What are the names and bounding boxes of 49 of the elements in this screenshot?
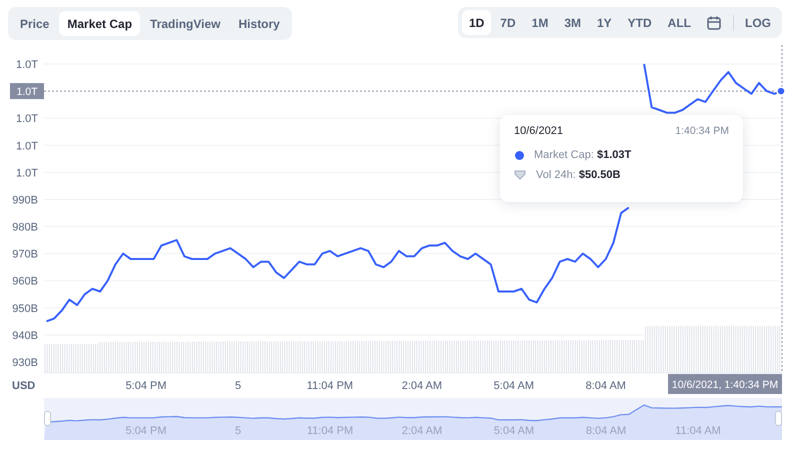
axis-label: 1.0T (16, 140, 38, 152)
navigator-label: 11:04 PM (306, 425, 354, 437)
axis-label: 930B (12, 356, 38, 369)
crosshair-time-label: 10/6/2021, 1:40:34 PM (668, 374, 782, 394)
log-scale-button[interactable]: LOG (738, 10, 778, 35)
axis-label: 5 (234, 380, 242, 392)
crosshair-value-label: 1.0T (10, 83, 44, 100)
axis-label: 980B (12, 222, 38, 234)
range-tab[interactable]: YTD (620, 10, 659, 35)
axis-label: 1.0T (16, 59, 38, 71)
axis-label: 960B (12, 276, 38, 288)
shield-icon (514, 169, 526, 181)
range-tab[interactable]: 1Y (590, 10, 619, 35)
axis-label: 11:04 PM (306, 380, 354, 392)
chart-tab[interactable]: History (230, 11, 288, 36)
range-tab[interactable]: 1D (462, 10, 492, 35)
range-handle[interactable] (775, 411, 782, 426)
range-tab[interactable]: ALL (660, 10, 698, 35)
axis-label: 8:04 AM (586, 380, 626, 392)
axis-label: 990B (12, 194, 38, 206)
navigator-label: 5:04 PM (124, 425, 168, 437)
navigator-label: 11:04 AM (674, 425, 722, 437)
navigator-label: 5:04 AM (492, 425, 536, 437)
currency-label: USD (12, 380, 36, 392)
range-tab[interactable]: 7D (493, 10, 523, 35)
tooltip-date: 10/6/2021 (514, 125, 563, 137)
axis-label: 5:04 AM (494, 380, 534, 392)
navigator-label: 5 (234, 425, 242, 437)
navigator-label: 8:04 AM (584, 425, 628, 437)
series-dot (515, 150, 524, 160)
axis-label: 1.0T (16, 167, 38, 180)
tooltip-value-text: Market Cap: $1.03T (534, 149, 632, 161)
tooltip-value-text: Vol 24h: $50.50B (536, 169, 620, 181)
chart-tab[interactable]: TradingView (142, 11, 229, 36)
tooltip-time: 1:40:34 PM (675, 125, 729, 137)
axis-label: 940B (12, 330, 38, 342)
chart-tab[interactable]: Market Cap (59, 11, 140, 36)
range-handle[interactable] (44, 411, 51, 426)
range-tab[interactable]: 3M (557, 10, 588, 35)
chart-tab[interactable]: Price (12, 11, 58, 36)
calendar-icon[interactable] (706, 14, 722, 30)
range-tab[interactable]: 1M (524, 10, 556, 35)
data-point-marker (776, 86, 786, 96)
axis-label: 1.0T (16, 113, 38, 126)
axis-label: 2:04 AM (402, 380, 442, 392)
axis-label: 950B (12, 302, 38, 315)
axis-label: 5:04 PM (126, 380, 167, 392)
navigator-label: 2:04 AM (400, 425, 444, 437)
axis-label: 970B (12, 248, 38, 261)
